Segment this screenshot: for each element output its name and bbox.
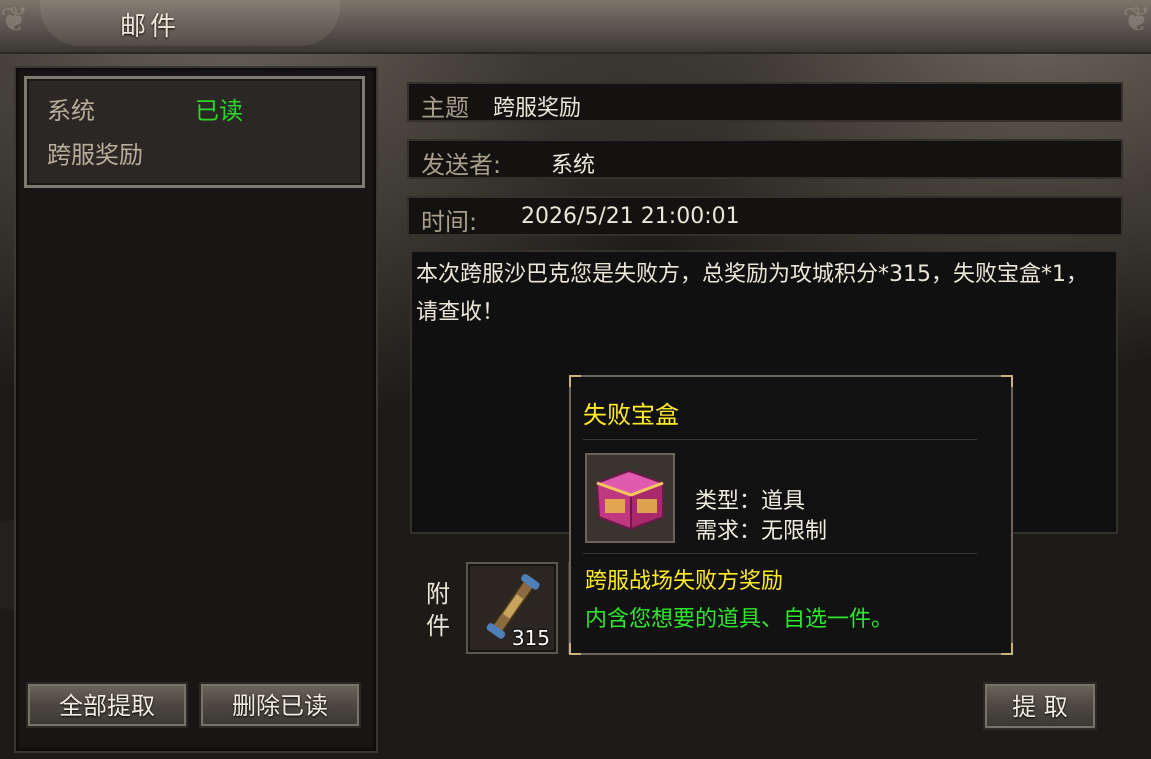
tooltip-item-name: 失败宝盒 [583,401,679,429]
tooltip-description-content: 内含您想要的道具、自选一件。 [585,607,894,632]
mail-subject: 跨服奖励 [47,141,143,169]
tooltip-divider [583,439,977,440]
attachment-count: 315 [511,626,550,650]
claim-button[interactable]: 提 取 [983,682,1097,730]
tooltip-corner [569,643,581,655]
corner-ornament-icon: ❦ [0,0,29,40]
item-tooltip: 失败宝盒 类型：道具 需求：无限制 跨服战场失败方奖励 内含您想要的道具、自选一… [569,375,1013,655]
take-all-button[interactable]: 全部提取 [26,682,188,728]
mail-read-status: 已读 [195,97,243,125]
delete-read-button[interactable]: 删除已读 [199,682,361,728]
sender-field: 发送者: 系统 [407,139,1123,179]
subject-value: 跨服奖励 [493,96,582,121]
corner-ornament-icon: ❦ [1122,0,1151,40]
time-field: 时间: 2026/5/21 21:00:01 [407,196,1123,236]
tooltip-item-slot [585,453,675,543]
mail-sender: 系统 [47,97,95,125]
sender-label: 发送者: [421,151,502,179]
sender-value: 系统 [551,153,596,178]
mail-body-text: 本次跨服沙巴克您是失败方，总奖励为攻城积分*315，失败宝盒*1，请查收！ [416,262,1088,325]
title-bar: 邮件 ❦ ❦ [0,0,1151,54]
tooltip-item-type: 类型：道具 [695,489,806,514]
tooltip-corner [569,375,581,387]
time-label: 时间: [421,208,478,236]
mail-window: 邮件 ❦ ❦ D 系统 已读 跨服奖励 全部提取 删除已读 主题 跨服奖励 发送… [0,0,1151,759]
tooltip-divider [583,553,977,554]
tooltip-description-source: 跨服战场失败方奖励 [585,569,784,594]
attachment-slot[interactable]: 315 [466,562,558,654]
tooltip-corner [1001,375,1013,387]
window-title: 邮件 [120,12,181,42]
tooltip-item-requirement: 需求：无限制 [695,519,828,544]
attachment-label: 附件 [426,580,450,640]
mail-list-item[interactable]: 系统 已读 跨服奖励 [24,76,365,188]
treasure-box-icon [594,469,666,531]
time-value: 2026/5/21 21:00:01 [521,204,740,229]
subject-field: 主题 跨服奖励 [407,82,1123,122]
subject-label: 主题 [421,94,469,122]
tooltip-corner [1001,643,1013,655]
